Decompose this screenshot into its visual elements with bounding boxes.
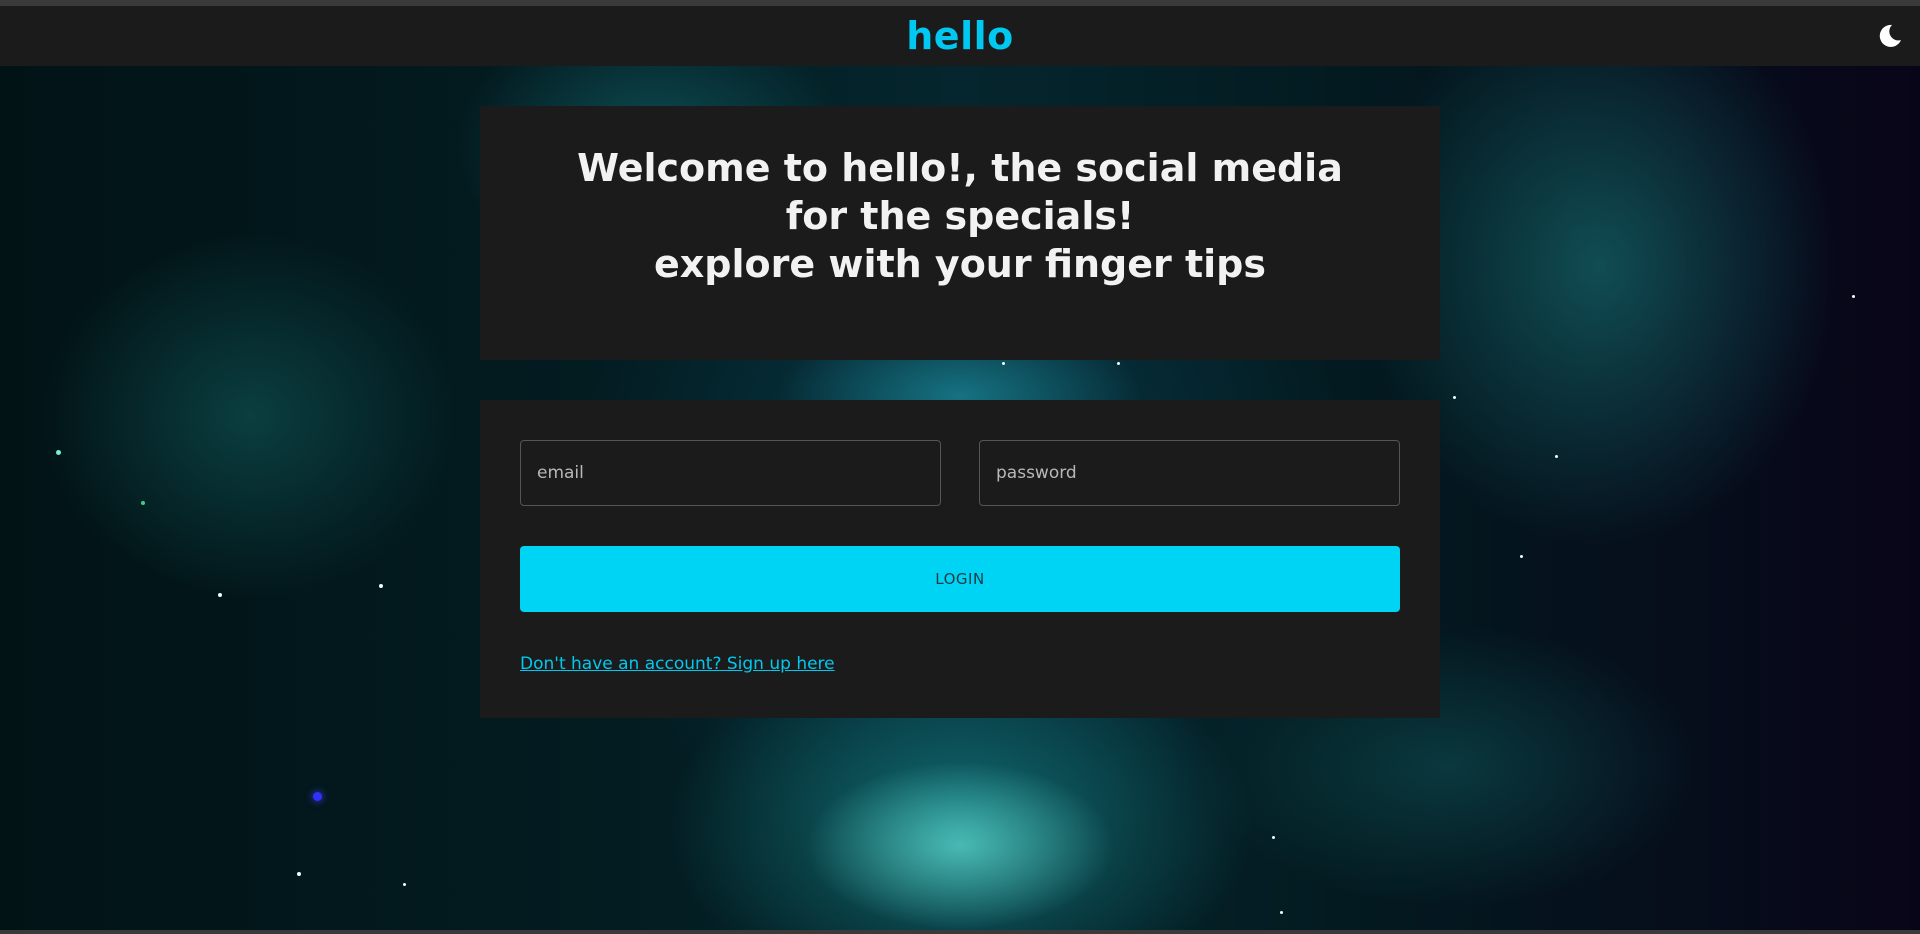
background-star — [1117, 362, 1120, 365]
background-star — [1453, 396, 1456, 399]
password-field[interactable] — [979, 440, 1400, 506]
welcome-line-2: explore with your finger tips — [653, 242, 1266, 286]
theme-toggle-button[interactable] — [1870, 16, 1910, 56]
login-button[interactable]: LOGIN — [520, 546, 1400, 612]
background-star — [1002, 362, 1005, 365]
background-star — [141, 501, 145, 505]
background-star — [218, 593, 222, 597]
background-star — [297, 872, 301, 876]
signup-link[interactable]: Don't have an account? Sign up here — [520, 654, 835, 674]
window-bottom-border — [0, 930, 1920, 934]
background-star — [1555, 455, 1558, 458]
background-star — [1520, 555, 1523, 558]
background-star — [379, 584, 383, 588]
brand-logo[interactable]: hello — [906, 14, 1013, 58]
welcome-heading: Welcome to hello!, the social media for … — [560, 144, 1360, 360]
background-star — [1280, 911, 1283, 914]
background-star — [56, 450, 61, 455]
email-field[interactable] — [520, 440, 941, 506]
background-star — [403, 883, 406, 886]
navbar: hello — [0, 6, 1920, 66]
background-star — [313, 792, 322, 801]
background-star — [1272, 836, 1275, 839]
login-form-card: LOGIN Don't have an account? Sign up her… — [480, 400, 1440, 718]
moon-icon — [1879, 24, 1901, 47]
background-star — [1852, 295, 1855, 298]
welcome-card: Welcome to hello!, the social media for … — [480, 106, 1440, 360]
welcome-line-1: Welcome to hello!, the social media for … — [577, 146, 1343, 238]
